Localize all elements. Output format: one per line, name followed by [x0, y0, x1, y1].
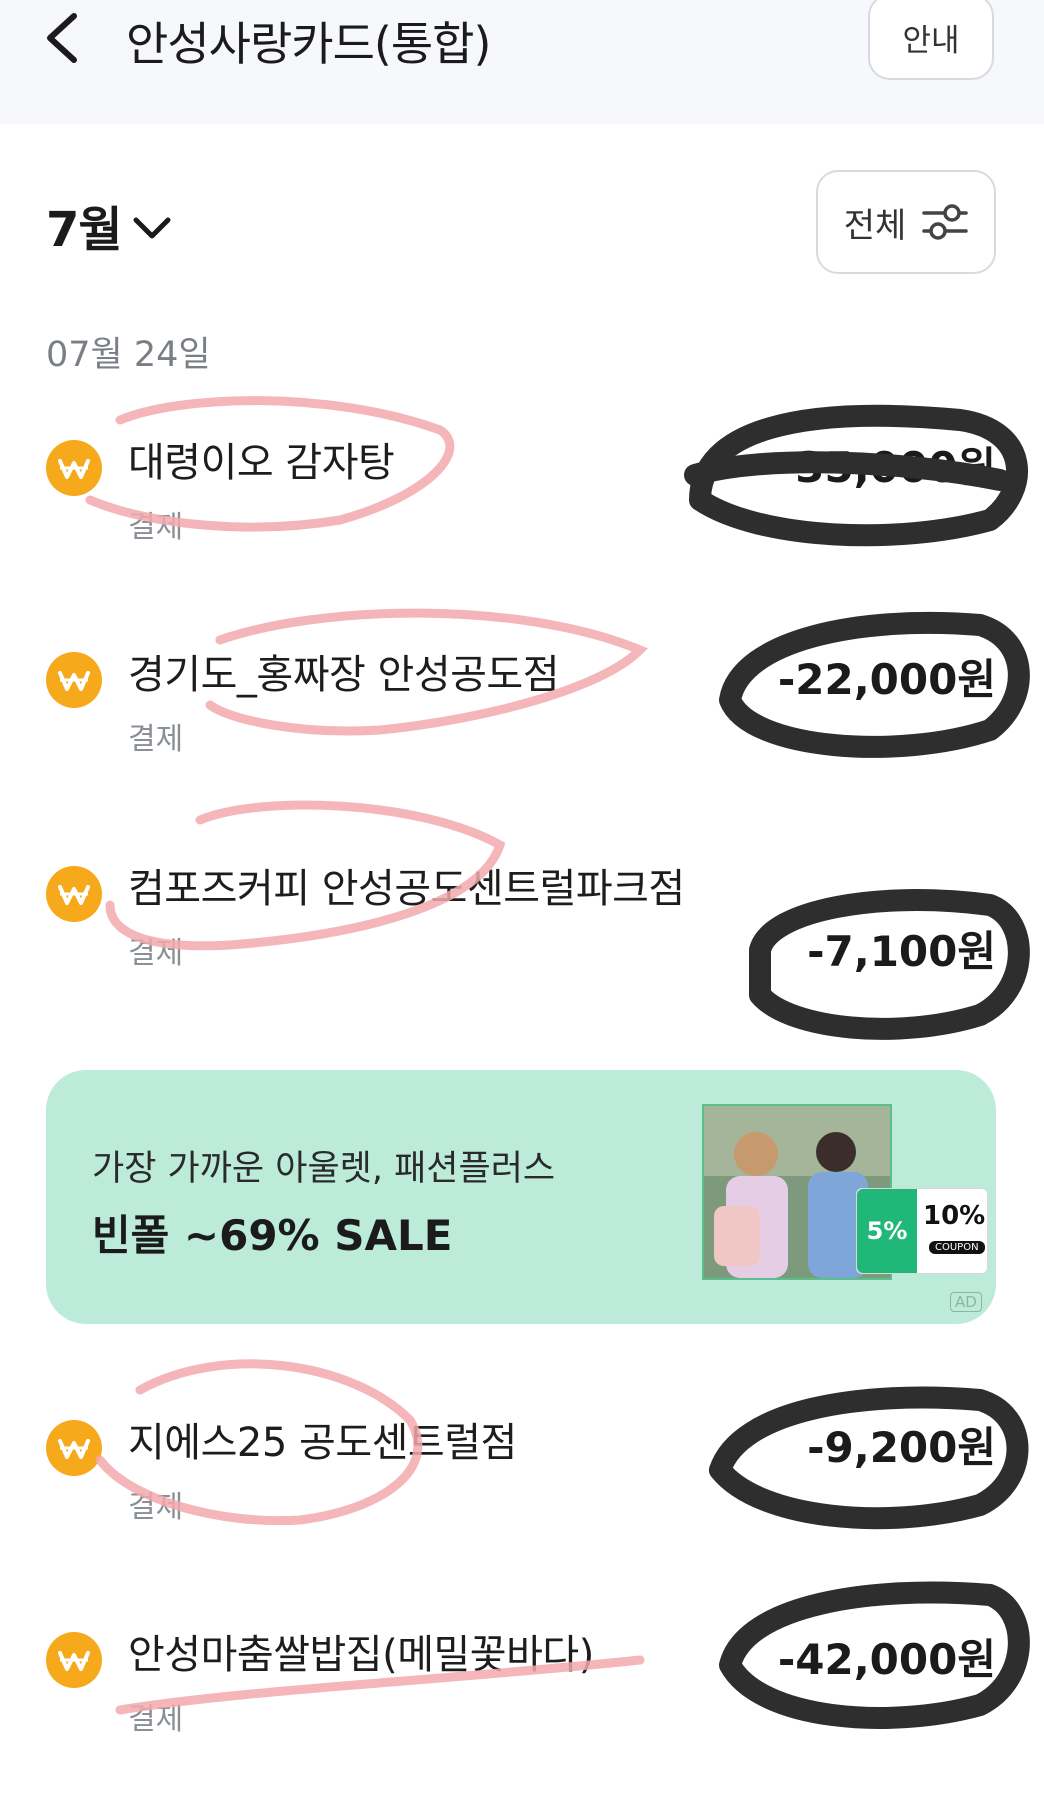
transaction-amount: -22,000원 — [777, 655, 996, 704]
merchant-name: 컴포즈커피 안성공도센트럴파크점 — [128, 866, 685, 912]
transaction-type: 결제 — [128, 722, 184, 757]
won-coin-icon — [46, 866, 102, 922]
month-selector[interactable]: 7월 — [46, 190, 172, 260]
ad-subtitle: 가장 가까운 아울렛, 패션플러스 — [92, 1149, 556, 1189]
date-group-label: 07월 24일 — [46, 335, 211, 375]
sliders-icon — [922, 204, 969, 240]
coupon-tag: COUPON — [929, 1241, 985, 1254]
ad-mark: AD — [950, 1292, 982, 1312]
app-header: 안성사랑카드(통합) 안내 — [0, 0, 1044, 124]
transaction-amount: -9,200원 — [807, 1423, 996, 1472]
transaction-type: 결제 — [128, 1702, 184, 1737]
transaction-row[interactable]: 컴포즈커피 안성공도센트럴파크점 결제 -7,100원 — [0, 846, 1044, 1006]
chevron-left-icon — [47, 13, 77, 63]
won-coin-icon — [46, 1632, 102, 1688]
won-coin-icon — [46, 652, 102, 708]
transaction-type: 결제 — [128, 1490, 184, 1525]
transaction-row[interactable]: 지에스25 공도센트럴점 결제 -9,200원 — [0, 1400, 1044, 1540]
ad-banner[interactable]: 가장 가까운 아울렛, 패션플러스 빈폴 ~69% SALE 5% 10% CO… — [46, 1070, 996, 1324]
transaction-row[interactable]: 대령이오 감자탕 결제 -35,000원 — [0, 420, 1044, 560]
coupon-percent-left: 5% — [857, 1189, 917, 1273]
merchant-name: 대령이오 감자탕 — [128, 440, 395, 486]
coupon-badge: 5% 10% COUPON — [856, 1188, 988, 1274]
filter-button[interactable]: 전체 — [816, 170, 996, 274]
filter-label: 전체 — [843, 205, 907, 246]
merchant-name: 경기도_홍짜장 안성공도점 — [128, 652, 560, 698]
transaction-amount: -42,000원 — [777, 1635, 996, 1684]
merchant-name: 안성마춤쌀밥집(메밀꽃바다) — [128, 1632, 594, 1678]
month-label: 7월 — [46, 202, 123, 258]
info-button[interactable]: 안내 — [868, 0, 994, 80]
ad-headline: 빈폴 ~69% SALE — [92, 1211, 453, 1260]
coupon-percent-right: 10% — [923, 1201, 986, 1231]
page-title: 안성사랑카드(통합) — [126, 17, 491, 71]
won-coin-icon — [46, 1420, 102, 1476]
won-coin-icon — [46, 440, 102, 496]
merchant-name: 지에스25 공도센트럴점 — [128, 1420, 517, 1466]
transaction-amount: -35,000원 — [777, 443, 996, 492]
transaction-type: 결제 — [128, 510, 184, 545]
transaction-row[interactable]: 안성마춤쌀밥집(메밀꽃바다) 결제 -42,000원 — [0, 1612, 1044, 1752]
transaction-amount: -7,100원 — [807, 927, 996, 976]
transaction-row[interactable]: 경기도_홍짜장 안성공도점 결제 -22,000원 — [0, 632, 1044, 772]
transaction-type: 결제 — [128, 936, 184, 971]
chevron-down-icon — [133, 217, 171, 239]
back-button[interactable] — [40, 12, 88, 64]
